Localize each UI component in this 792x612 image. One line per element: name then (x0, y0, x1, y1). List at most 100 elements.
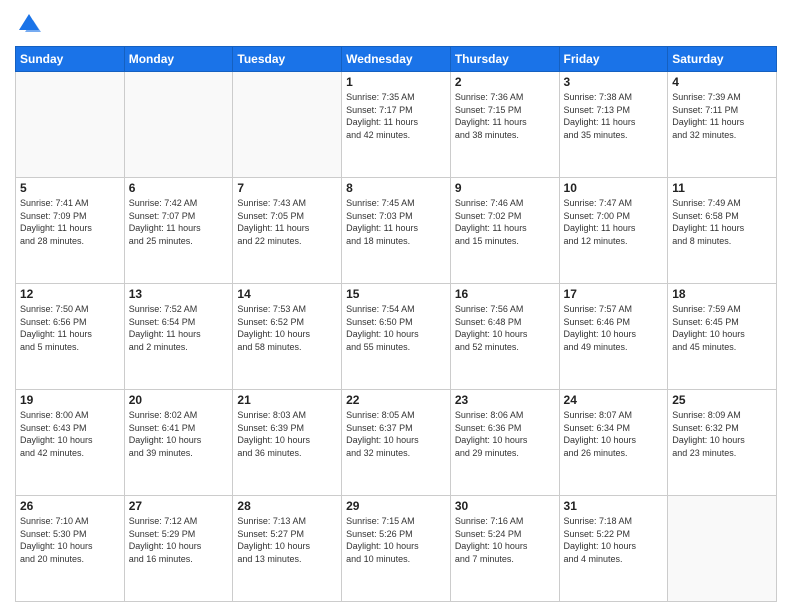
calendar-cell (124, 72, 233, 178)
calendar-cell: 1 Sunrise: 7:35 AM Sunset: 7:17 PM Daylig… (342, 72, 451, 178)
day-info: Sunrise: 8:09 AM Sunset: 6:32 PM Dayligh… (672, 409, 772, 459)
calendar-cell: 23Sunrise: 8:06 AM Sunset: 6:36 PM Dayli… (450, 390, 559, 496)
calendar-cell: 9 Sunrise: 7:46 AM Sunset: 7:02 PM Daylig… (450, 178, 559, 284)
calendar-cell: 28 Sunrise: 7:13 AM Sunset: 5:27 PM Dayli… (233, 496, 342, 602)
day-number: 2 (455, 75, 555, 89)
calendar-cell: 4 Sunrise: 7:39 AM Sunset: 7:11 PM Daylig… (668, 72, 777, 178)
calendar-cell: 14Sunrise: 7:53 AM Sunset: 6:52 PM Dayli… (233, 284, 342, 390)
calendar-cell: 8 Sunrise: 7:45 AM Sunset: 7:03 PM Daylig… (342, 178, 451, 284)
day-number: 29 (346, 499, 446, 513)
day-number: 22 (346, 393, 446, 407)
day-info: Sunrise: 8:02 AM Sunset: 6:41 PM Dayligh… (129, 409, 229, 459)
col-header-wednesday: Wednesday (342, 47, 451, 72)
day-info: Sunrise: 7:39 AM Sunset: 7:11 PM Dayligh… (672, 91, 772, 141)
day-info: Sunrise: 8:03 AM Sunset: 6:39 PM Dayligh… (237, 409, 337, 459)
day-number: 30 (455, 499, 555, 513)
day-info: Sunrise: 7:56 AM Sunset: 6:48 PM Dayligh… (455, 303, 555, 353)
logo (15, 10, 47, 38)
day-number: 25 (672, 393, 772, 407)
day-number: 17 (564, 287, 664, 301)
calendar-cell: 15Sunrise: 7:54 AM Sunset: 6:50 PM Dayli… (342, 284, 451, 390)
day-info: Sunrise: 7:35 AM Sunset: 7:17 PM Dayligh… (346, 91, 446, 141)
day-info: Sunrise: 8:05 AM Sunset: 6:37 PM Dayligh… (346, 409, 446, 459)
day-number: 27 (129, 499, 229, 513)
day-info: Sunrise: 7:36 AM Sunset: 7:15 PM Dayligh… (455, 91, 555, 141)
day-info: Sunrise: 7:12 AM Sunset: 5:29 PM Dayligh… (129, 515, 229, 565)
day-info: Sunrise: 8:00 AM Sunset: 6:43 PM Dayligh… (20, 409, 120, 459)
day-info: Sunrise: 7:38 AM Sunset: 7:13 PM Dayligh… (564, 91, 664, 141)
day-number: 31 (564, 499, 664, 513)
day-info: Sunrise: 8:07 AM Sunset: 6:34 PM Dayligh… (564, 409, 664, 459)
day-number: 10 (564, 181, 664, 195)
col-header-friday: Friday (559, 47, 668, 72)
calendar-header-row: SundayMondayTuesdayWednesdayThursdayFrid… (16, 47, 777, 72)
day-info: Sunrise: 7:10 AM Sunset: 5:30 PM Dayligh… (20, 515, 120, 565)
day-number: 12 (20, 287, 120, 301)
calendar-cell: 30 Sunrise: 7:16 AM Sunset: 5:24 PM Dayli… (450, 496, 559, 602)
day-number: 23 (455, 393, 555, 407)
calendar-cell: 18 Sunrise: 7:59 AM Sunset: 6:45 PM Dayli… (668, 284, 777, 390)
calendar-cell: 13 Sunrise: 7:52 AM Sunset: 6:54 PM Dayli… (124, 284, 233, 390)
col-header-tuesday: Tuesday (233, 47, 342, 72)
col-header-monday: Monday (124, 47, 233, 72)
day-info: Sunrise: 7:18 AM Sunset: 5:22 PM Dayligh… (564, 515, 664, 565)
col-header-thursday: Thursday (450, 47, 559, 72)
calendar-week-3: 12 Sunrise: 7:50 AM Sunset: 6:56 PM Dayli… (16, 284, 777, 390)
calendar-cell: 21 Sunrise: 8:03 AM Sunset: 6:39 PM Dayli… (233, 390, 342, 496)
day-number: 5 (20, 181, 120, 195)
calendar-cell: 22 Sunrise: 8:05 AM Sunset: 6:37 PM Dayli… (342, 390, 451, 496)
calendar-cell: 5Sunrise: 7:41 AM Sunset: 7:09 PM Daylig… (16, 178, 125, 284)
day-info: Sunrise: 7:45 AM Sunset: 7:03 PM Dayligh… (346, 197, 446, 247)
calendar-cell: 6Sunrise: 7:42 AM Sunset: 7:07 PM Daylig… (124, 178, 233, 284)
day-info: Sunrise: 7:53 AM Sunset: 6:52 PM Dayligh… (237, 303, 337, 353)
day-info: Sunrise: 7:16 AM Sunset: 5:24 PM Dayligh… (455, 515, 555, 565)
day-number: 20 (129, 393, 229, 407)
day-number: 7 (237, 181, 337, 195)
day-info: Sunrise: 7:15 AM Sunset: 5:26 PM Dayligh… (346, 515, 446, 565)
calendar-cell: 26 Sunrise: 7:10 AM Sunset: 5:30 PM Dayli… (16, 496, 125, 602)
day-info: Sunrise: 7:57 AM Sunset: 6:46 PM Dayligh… (564, 303, 664, 353)
calendar-cell: 17 Sunrise: 7:57 AM Sunset: 6:46 PM Dayli… (559, 284, 668, 390)
calendar-week-1: 1 Sunrise: 7:35 AM Sunset: 7:17 PM Daylig… (16, 72, 777, 178)
day-number: 28 (237, 499, 337, 513)
day-info: Sunrise: 7:59 AM Sunset: 6:45 PM Dayligh… (672, 303, 772, 353)
calendar-table: SundayMondayTuesdayWednesdayThursdayFrid… (15, 46, 777, 602)
calendar-cell: 25 Sunrise: 8:09 AM Sunset: 6:32 PM Dayli… (668, 390, 777, 496)
day-number: 13 (129, 287, 229, 301)
calendar-week-4: 19 Sunrise: 8:00 AM Sunset: 6:43 PM Dayli… (16, 390, 777, 496)
header (15, 10, 777, 38)
calendar-cell: 19 Sunrise: 8:00 AM Sunset: 6:43 PM Dayli… (16, 390, 125, 496)
day-info: Sunrise: 7:50 AM Sunset: 6:56 PM Dayligh… (20, 303, 120, 353)
day-info: Sunrise: 7:46 AM Sunset: 7:02 PM Dayligh… (455, 197, 555, 247)
calendar-cell: 20 Sunrise: 8:02 AM Sunset: 6:41 PM Dayli… (124, 390, 233, 496)
day-number: 15 (346, 287, 446, 301)
calendar-cell: 12 Sunrise: 7:50 AM Sunset: 6:56 PM Dayli… (16, 284, 125, 390)
day-number: 16 (455, 287, 555, 301)
calendar-cell: 24 Sunrise: 8:07 AM Sunset: 6:34 PM Dayli… (559, 390, 668, 496)
day-number: 3 (564, 75, 664, 89)
day-number: 11 (672, 181, 772, 195)
day-number: 8 (346, 181, 446, 195)
day-number: 19 (20, 393, 120, 407)
day-info: Sunrise: 7:13 AM Sunset: 5:27 PM Dayligh… (237, 515, 337, 565)
page: SundayMondayTuesdayWednesdayThursdayFrid… (0, 0, 792, 612)
day-number: 9 (455, 181, 555, 195)
day-info: Sunrise: 7:42 AM Sunset: 7:07 PM Dayligh… (129, 197, 229, 247)
col-header-sunday: Sunday (16, 47, 125, 72)
day-number: 18 (672, 287, 772, 301)
day-number: 24 (564, 393, 664, 407)
calendar-cell: 27 Sunrise: 7:12 AM Sunset: 5:29 PM Dayli… (124, 496, 233, 602)
day-number: 1 (346, 75, 446, 89)
logo-icon (15, 10, 43, 38)
day-info: Sunrise: 7:52 AM Sunset: 6:54 PM Dayligh… (129, 303, 229, 353)
day-number: 4 (672, 75, 772, 89)
calendar-week-2: 5Sunrise: 7:41 AM Sunset: 7:09 PM Daylig… (16, 178, 777, 284)
day-info: Sunrise: 7:49 AM Sunset: 6:58 PM Dayligh… (672, 197, 772, 247)
day-number: 26 (20, 499, 120, 513)
day-info: Sunrise: 7:47 AM Sunset: 7:00 PM Dayligh… (564, 197, 664, 247)
day-info: Sunrise: 7:43 AM Sunset: 7:05 PM Dayligh… (237, 197, 337, 247)
calendar-cell (668, 496, 777, 602)
calendar-cell: 10 Sunrise: 7:47 AM Sunset: 7:00 PM Dayli… (559, 178, 668, 284)
calendar-cell (16, 72, 125, 178)
day-number: 21 (237, 393, 337, 407)
